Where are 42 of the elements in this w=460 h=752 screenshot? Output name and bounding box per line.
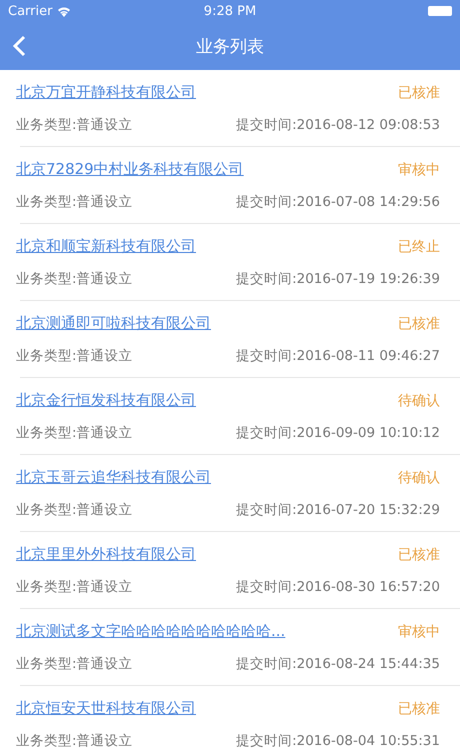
status-label: 待确认 (398, 468, 440, 486)
clock: 9:28 PM (204, 4, 256, 18)
status-label: 已核准 (398, 84, 440, 102)
status-label: 已核准 (398, 314, 440, 332)
business-type: 业务类型:普通设立 (16, 732, 133, 750)
submit-time: 提交时间:2016-07-19 19:26:39 (236, 270, 440, 288)
status-label: 审核中 (398, 622, 440, 640)
company-link[interactable]: 北京金行恒发科技有限公司 (16, 391, 196, 410)
business-type: 业务类型:普通设立 (16, 501, 133, 519)
company-link[interactable]: 北京恒安天世科技有限公司 (16, 699, 196, 718)
carrier-label: Carrier (8, 4, 52, 18)
page-title: 业务列表 (195, 36, 265, 58)
submit-time: 提交时间:2016-07-08 14:29:56 (236, 193, 440, 211)
back-icon (12, 35, 26, 57)
status-label: 已核准 (398, 546, 440, 564)
submit-time: 提交时间:2016-08-04 10:55:31 (236, 732, 440, 750)
company-link[interactable]: 北京玉哥云追华科技有限公司 (16, 468, 211, 487)
company-link[interactable]: 北京万宜开静科技有限公司 (16, 83, 196, 102)
company-link[interactable]: 北京测试多文字哈哈哈哈哈哈哈哈哈哈... (16, 622, 286, 641)
company-link[interactable]: 北京和顺宝新科技有限公司 (16, 237, 196, 256)
submit-time: 提交时间:2016-07-20 15:32:29 (236, 501, 440, 519)
business-type: 业务类型:普通设立 (16, 270, 133, 288)
company-link[interactable]: 北京里里外外科技有限公司 (16, 545, 196, 564)
business-type: 业务类型:普通设立 (16, 655, 133, 673)
company-link[interactable]: 北京72829中村业务科技有限公司 (16, 160, 244, 179)
status-label: 待确认 (398, 392, 440, 410)
status-label: 已核准 (398, 700, 440, 718)
submit-time: 提交时间:2016-08-11 09:46:27 (236, 347, 440, 365)
business-type: 业务类型:普通设立 (16, 193, 133, 211)
submit-time: 提交时间:2016-08-12 09:08:53 (236, 116, 440, 134)
business-type: 业务类型:普通设立 (16, 116, 133, 134)
submit-time: 提交时间:2016-08-30 16:57:20 (236, 578, 440, 596)
business-type: 业务类型:普通设立 (16, 347, 133, 365)
status-label: 已终止 (398, 238, 440, 256)
company-link[interactable]: 北京测通即可啦科技有限公司 (16, 314, 211, 333)
submit-time: 提交时间:2016-08-24 15:44:35 (236, 655, 440, 673)
business-type: 业务类型:普通设立 (16, 424, 133, 442)
status-label: 审核中 (398, 160, 440, 178)
wifi-icon (57, 6, 72, 16)
battery-icon (428, 6, 452, 16)
submit-time: 提交时间:2016-09-09 10:10:12 (236, 424, 440, 442)
business-type: 业务类型:普通设立 (16, 578, 133, 596)
